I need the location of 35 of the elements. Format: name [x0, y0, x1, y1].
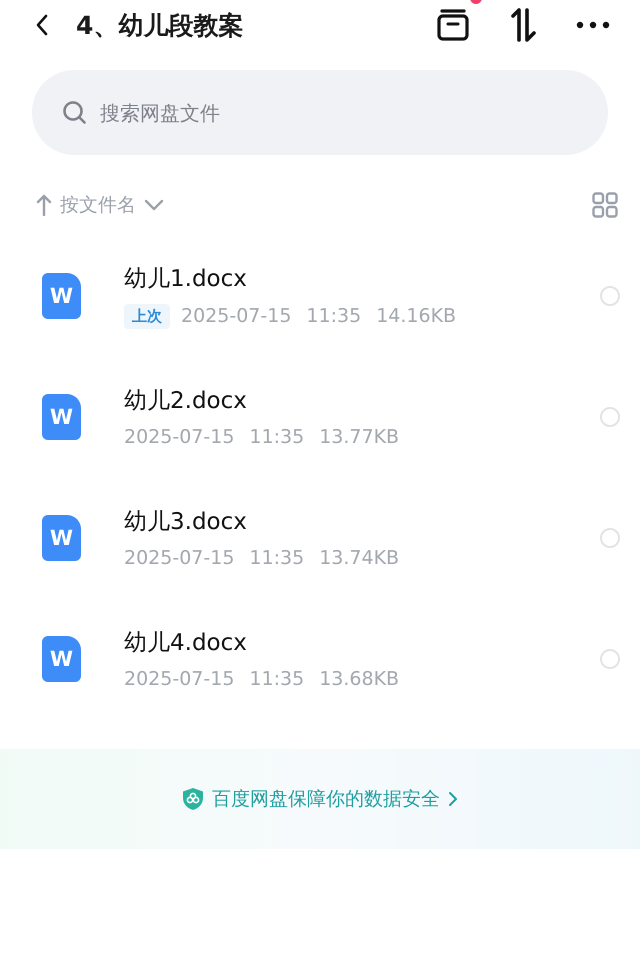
word-document-icon: W	[42, 636, 81, 682]
file-date: 2025-07-15	[181, 305, 292, 327]
file-name[interactable]: 幼儿3.docx	[124, 506, 600, 537]
back-icon[interactable]	[34, 13, 50, 37]
word-document-icon: W	[42, 272, 81, 318]
word-document-icon: W	[42, 394, 81, 440]
file-size: 14.16KB	[376, 305, 456, 327]
up-arrow-icon	[36, 194, 52, 216]
more-icon[interactable]	[576, 20, 610, 30]
file-time: 11:35	[249, 668, 304, 690]
file-time: 11:35	[249, 547, 304, 569]
file-date: 2025-07-15	[124, 668, 234, 690]
grid-view-icon[interactable]	[592, 192, 618, 218]
file-name[interactable]: 幼儿4.docx	[124, 627, 600, 658]
select-checkbox[interactable]	[600, 528, 620, 548]
file-time: 11:35	[306, 305, 362, 327]
word-document-icon: W	[42, 514, 81, 560]
file-name[interactable]: 幼儿1.docx	[124, 262, 600, 294]
select-checkbox[interactable]	[600, 286, 620, 306]
select-checkbox[interactable]	[600, 648, 620, 668]
file-date: 2025-07-15	[124, 426, 234, 448]
file-size: 13.68KB	[319, 668, 400, 690]
select-checkbox[interactable]	[600, 406, 620, 426]
file-size: 13.77KB	[319, 426, 400, 448]
file-name[interactable]: 幼儿2.docx	[124, 385, 600, 416]
file-time: 11:35	[249, 426, 304, 448]
chevron-down-icon	[144, 199, 164, 211]
archive-box-icon[interactable]	[436, 8, 470, 42]
chevron-right-icon	[448, 791, 458, 807]
file-size: 13.74KB	[319, 547, 400, 569]
recent-tag: 上次	[124, 304, 170, 328]
file-date: 2025-07-15	[124, 547, 234, 569]
shield-icon	[182, 787, 204, 811]
page-title: 4、幼儿段教案	[76, 10, 244, 42]
search-field[interactable]: 搜索网盘文件	[32, 70, 608, 155]
